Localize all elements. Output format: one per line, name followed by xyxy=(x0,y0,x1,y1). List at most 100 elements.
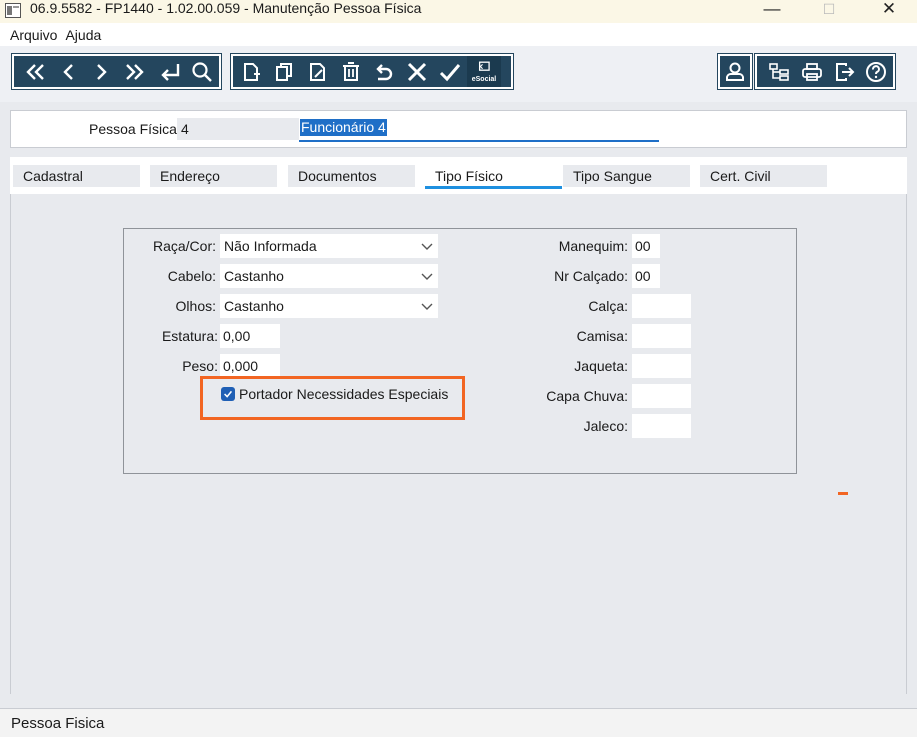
last-button[interactable] xyxy=(117,56,153,87)
capa-chuva-field[interactable] xyxy=(632,384,691,408)
close-button[interactable]: ✕ xyxy=(866,0,912,18)
raca-select[interactable]: Não Informada xyxy=(220,234,438,258)
esocial-icon xyxy=(478,61,490,71)
camisa-field[interactable] xyxy=(632,324,691,348)
capa-chuva-label: Capa Chuva: xyxy=(546,388,628,404)
toolbar-edit-group: eSocial xyxy=(230,53,514,90)
confirm-button[interactable] xyxy=(433,56,467,87)
olhos-select[interactable]: Castanho xyxy=(220,294,438,318)
delete-icon xyxy=(343,61,359,81)
status-bar: Pessoa Fisica xyxy=(0,708,917,737)
maximize-icon: ☐ xyxy=(822,0,836,17)
toolbar-right-group xyxy=(754,53,896,90)
cancel-button[interactable] xyxy=(401,56,433,87)
toolbar-user-group xyxy=(717,53,753,90)
raca-value: Não Informada xyxy=(224,238,317,254)
estatura-label: Estatura: xyxy=(161,328,218,344)
undo-icon xyxy=(376,63,393,80)
manequim-field[interactable]: 00 xyxy=(632,234,660,258)
undo-button[interactable] xyxy=(367,56,401,87)
exit-icon xyxy=(836,62,855,81)
previous-icon xyxy=(63,63,73,80)
peso-field[interactable]: 0,000 xyxy=(220,354,280,378)
cabelo-value: Castanho xyxy=(224,268,284,284)
help-icon xyxy=(866,61,886,82)
search-button[interactable] xyxy=(187,56,217,87)
nr-calcado-field[interactable]: 00 xyxy=(632,264,660,288)
olhos-label: Olhos: xyxy=(175,298,216,314)
window-title: 06.9.5582 - FP1440 - 1.02.00.059 - Manut… xyxy=(30,0,422,16)
pessoa-fisica-name-value: Funcionário 4 xyxy=(300,119,387,136)
search-icon xyxy=(192,61,212,82)
header-panel: Pessoa Física: 4 Funcionário 4 xyxy=(10,110,907,148)
calca-field[interactable] xyxy=(632,294,691,318)
jaleco-label: Jaleco: xyxy=(583,418,628,434)
print-button[interactable] xyxy=(795,56,829,87)
app-icon xyxy=(5,3,21,18)
user-icon xyxy=(726,62,744,81)
next-icon xyxy=(97,63,107,80)
tab-tipo-sangue[interactable]: Tipo Sangue xyxy=(563,165,690,187)
confirm-icon xyxy=(439,63,461,81)
copy-button[interactable] xyxy=(267,56,301,87)
tree-icon xyxy=(769,62,789,81)
estatura-field[interactable]: 0,00 xyxy=(220,324,280,348)
edit-icon xyxy=(310,62,325,81)
new-icon xyxy=(244,62,260,81)
menu-arquivo[interactable]: Arquivo xyxy=(10,27,57,43)
first-icon xyxy=(26,63,44,80)
maximize-button[interactable]: ☐ xyxy=(806,0,852,18)
status-text: Pessoa Fisica xyxy=(11,715,105,732)
pessoa-fisica-label: Pessoa Física: xyxy=(89,121,181,137)
title-bar: 06.9.5582 - FP1440 - 1.02.00.059 - Manut… xyxy=(0,0,917,23)
return-icon xyxy=(161,63,180,81)
new-button[interactable] xyxy=(235,56,267,87)
esocial-label: eSocial xyxy=(471,76,497,83)
exit-button[interactable] xyxy=(829,56,861,87)
tab-cert-civil[interactable]: Cert. Civil xyxy=(700,165,827,187)
delete-button[interactable] xyxy=(335,56,367,87)
pessoa-fisica-code-field[interactable]: 4 xyxy=(177,118,299,140)
esocial-button[interactable]: eSocial xyxy=(467,56,501,87)
tree-button[interactable] xyxy=(763,56,795,87)
close-icon: ✕ xyxy=(881,0,897,18)
cabelo-select[interactable]: Castanho xyxy=(220,264,438,288)
checkmark-icon xyxy=(224,390,233,398)
necessidades-label: Portador Necessidades Especiais xyxy=(239,386,449,402)
jaqueta-label: Jaqueta: xyxy=(574,358,628,374)
last-icon xyxy=(126,63,144,80)
cabelo-label: Cabelo: xyxy=(167,268,216,284)
minimize-button[interactable]: — xyxy=(749,0,795,18)
first-button[interactable] xyxy=(17,56,53,87)
chevron-down-icon xyxy=(421,243,433,250)
tab-documentos[interactable]: Documentos xyxy=(288,165,415,187)
manequim-label: Manequim: xyxy=(558,238,628,254)
raca-label: Raça/Cor: xyxy=(152,238,216,254)
menu-ajuda[interactable]: Ajuda xyxy=(65,27,101,43)
jaleco-field[interactable] xyxy=(632,414,691,438)
tab-cadastral[interactable]: Cadastral xyxy=(13,165,140,187)
return-button[interactable] xyxy=(153,56,187,87)
print-icon xyxy=(802,62,822,81)
olhos-value: Castanho xyxy=(224,298,284,314)
pessoa-fisica-name-field[interactable]: Funcionário 4 xyxy=(299,117,659,142)
peso-label: Peso: xyxy=(182,358,218,374)
user-button[interactable] xyxy=(723,56,747,87)
jaqueta-field[interactable] xyxy=(632,354,691,378)
camisa-label: Camisa: xyxy=(576,328,628,344)
tab-endereco[interactable]: Endereço xyxy=(150,165,277,187)
previous-button[interactable] xyxy=(53,56,85,87)
menu-bar: Arquivo Ajuda xyxy=(0,23,917,46)
help-button[interactable] xyxy=(861,56,891,87)
tab-tipo-fisico[interactable]: Tipo Físico xyxy=(425,163,562,189)
edit-button[interactable] xyxy=(301,56,335,87)
toolbar: eSocial xyxy=(0,46,917,102)
minimize-icon: — xyxy=(763,0,781,18)
calca-label: Calça: xyxy=(588,298,628,314)
toolbar-nav-group xyxy=(11,53,222,90)
nr-calcado-label: Nr Calçado: xyxy=(554,268,628,284)
necessidades-checkbox[interactable] xyxy=(221,387,235,401)
cancel-icon xyxy=(407,62,427,81)
next-button[interactable] xyxy=(85,56,117,87)
orange-marker xyxy=(838,492,848,495)
